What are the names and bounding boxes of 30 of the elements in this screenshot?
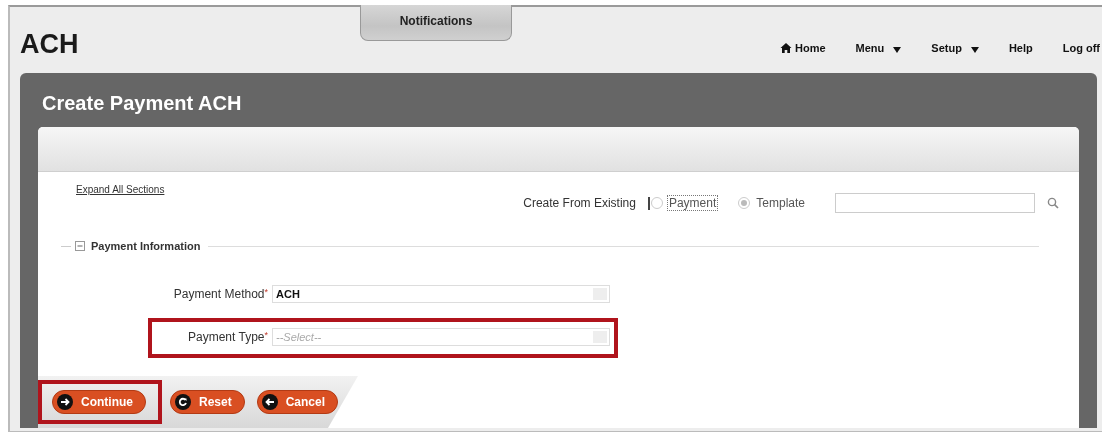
nav-link[interactable]: Log off: [1062, 42, 1100, 54]
create-from-label: Create From Existing: [523, 196, 636, 210]
search-field[interactable]: [835, 193, 1035, 213]
radio-label[interactable]: Template: [754, 195, 807, 211]
radio-button[interactable]: [650, 197, 663, 209]
expand-all-link[interactable]: Expand All Sections: [76, 184, 165, 195]
field-label: Payment Type: [188, 330, 265, 344]
page-title: Create Payment ACH: [41, 91, 243, 116]
search-icon[interactable]: [1047, 197, 1059, 209]
nav-link[interactable]: Setup: [931, 42, 979, 54]
required-mark: *: [264, 287, 268, 297]
collapse-icon[interactable]: [75, 241, 85, 251]
action-button[interactable]: Reset: [170, 390, 245, 414]
select-field[interactable]: ACH: [272, 285, 610, 303]
radio-label[interactable]: Payment: [666, 195, 719, 211]
field-label: Payment Method: [173, 287, 265, 301]
required-mark: *: [264, 330, 268, 340]
caret-icon: [893, 46, 902, 53]
action-button[interactable]: Cancel: [256, 390, 339, 414]
action-button[interactable]: Continue: [52, 390, 146, 414]
app-title: ACH: [20, 29, 80, 60]
refresh-icon: [175, 394, 191, 410]
caret-icon: [970, 46, 979, 53]
nav-link[interactable]: Help: [1008, 42, 1033, 54]
radio-button[interactable]: [738, 197, 751, 209]
notifications-tab[interactable]: Notifications: [360, 5, 512, 41]
nav-link[interactable]: Home: [780, 42, 826, 54]
nav-link[interactable]: Menu: [855, 42, 902, 54]
home-icon: [780, 42, 793, 54]
section-title: Payment Information: [91, 240, 201, 252]
